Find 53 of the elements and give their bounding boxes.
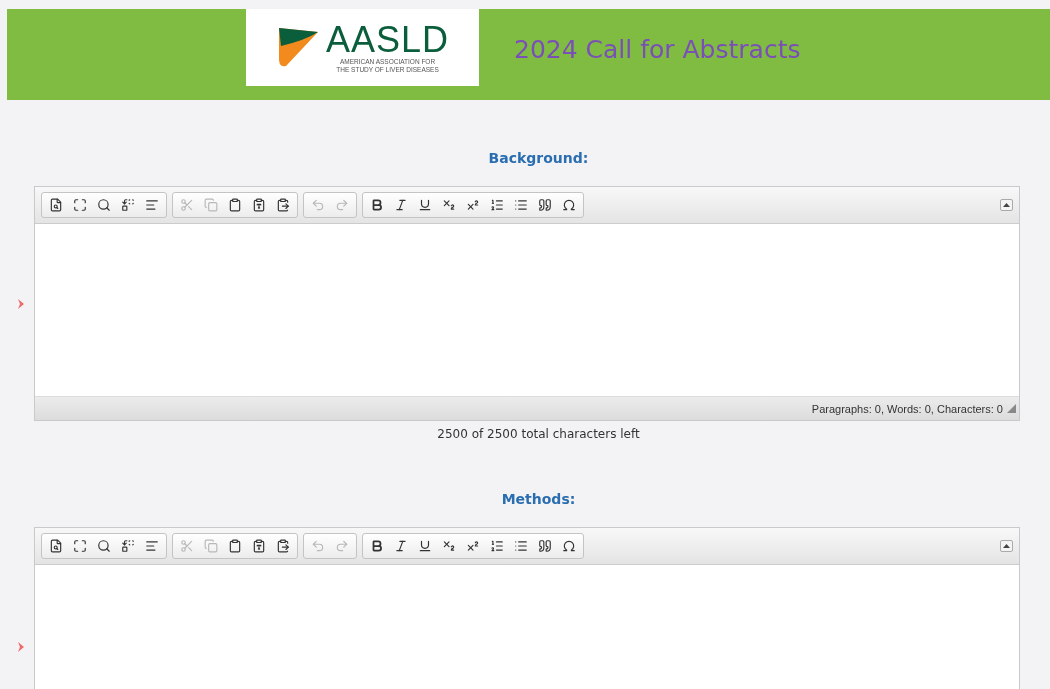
preview-icon bbox=[49, 198, 63, 212]
blockquote-icon bbox=[538, 539, 552, 553]
cut-icon bbox=[180, 539, 194, 553]
find-icon bbox=[97, 539, 111, 553]
numbered-list-icon bbox=[490, 539, 504, 553]
collapse-toolbar-button[interactable] bbox=[1000, 199, 1013, 211]
undo-icon bbox=[311, 198, 325, 212]
redo-icon bbox=[335, 198, 349, 212]
cut-icon bbox=[180, 198, 194, 212]
paste-icon bbox=[228, 539, 242, 553]
numbered-list-icon bbox=[490, 198, 504, 212]
resize-grip-icon[interactable] bbox=[1007, 404, 1016, 413]
italic-icon bbox=[394, 198, 408, 212]
bulleted-list-icon bbox=[514, 539, 528, 553]
special-char-icon bbox=[562, 539, 576, 553]
subscript-icon bbox=[442, 198, 456, 212]
underline-icon bbox=[418, 539, 432, 553]
bulleted-list-icon bbox=[514, 198, 528, 212]
template-icon bbox=[145, 539, 159, 553]
paste-word-icon bbox=[276, 539, 290, 553]
replace-icon bbox=[121, 539, 135, 553]
bold-icon bbox=[370, 198, 384, 212]
bold-icon bbox=[370, 539, 384, 553]
find-icon bbox=[97, 198, 111, 212]
italic-icon bbox=[394, 539, 408, 553]
field-label: Methods: bbox=[501, 491, 576, 507]
special-char-icon bbox=[562, 198, 576, 212]
collapse-toolbar-button[interactable] bbox=[1000, 540, 1013, 552]
triangle-up-icon bbox=[1003, 203, 1010, 207]
undo-icon bbox=[311, 539, 325, 553]
replace-icon bbox=[121, 198, 135, 212]
copy-icon bbox=[204, 198, 218, 212]
copy-icon bbox=[204, 539, 218, 553]
blockquote-icon bbox=[538, 198, 552, 212]
underline-icon bbox=[418, 198, 432, 212]
preview-icon bbox=[49, 539, 63, 553]
maximize-icon bbox=[73, 198, 87, 212]
character-counter: 2500 of 2500 total characters left bbox=[437, 427, 640, 441]
field-label: Background: bbox=[488, 150, 589, 166]
logo-acronym: AASLD bbox=[325, 21, 450, 58]
superscript-icon bbox=[466, 198, 480, 212]
maximize-icon bbox=[73, 539, 87, 553]
paste-text-icon bbox=[252, 198, 266, 212]
triangle-up-icon bbox=[1003, 544, 1010, 548]
paste-icon bbox=[228, 198, 242, 212]
subscript-icon bbox=[442, 539, 456, 553]
page-title: 2024 Call for Abstracts bbox=[514, 35, 801, 64]
paste-word-icon bbox=[276, 198, 290, 212]
template-icon bbox=[145, 198, 159, 212]
word-count: Paragraphs: 0, Words: 0, Characters: 0 bbox=[811, 402, 1003, 415]
paste-text-icon bbox=[252, 539, 266, 553]
superscript-icon bbox=[466, 539, 480, 553]
redo-icon bbox=[335, 539, 349, 553]
